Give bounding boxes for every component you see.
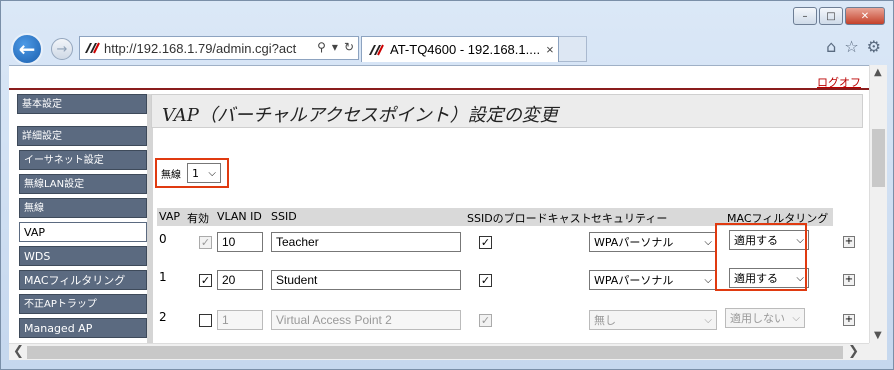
vlan-id-input[interactable]: 10 [217, 232, 263, 252]
scroll-left-icon[interactable]: ❮ [13, 344, 24, 359]
maximize-button[interactable]: □ [819, 7, 843, 25]
expand-row-button[interactable]: + [843, 314, 855, 326]
security-select-value: 無し [594, 314, 616, 327]
sidebar-item-mac-filtering[interactable]: MACフィルタリング [19, 270, 147, 290]
page-viewport: ログオフ 基本設定 詳細設定 イーサネット設定 無線LAN設定 無線 VAP W… [9, 65, 869, 343]
window-controls: – □ ✕ [793, 7, 885, 25]
enabled-checkbox[interactable] [199, 314, 212, 327]
address-tools: ⚲ ▾ ↻ [317, 40, 354, 54]
dropdown-icon[interactable]: ▾ [332, 40, 338, 54]
enabled-checkbox[interactable]: ✓ [199, 274, 212, 287]
mac-filter-highlight [715, 223, 807, 291]
site-logo-icon [368, 43, 384, 57]
forward-arrow-icon[interactable]: → [51, 38, 73, 60]
security-select[interactable]: WPAパーソナル ⌵ [589, 270, 717, 290]
browser-tab[interactable]: AT-TQ4600 - 192.168.1.... × [361, 36, 559, 62]
mac-filter-select[interactable]: 適用しない ⌵ [725, 308, 805, 328]
close-button[interactable]: ✕ [845, 7, 885, 25]
sidebar: 基本設定 詳細設定 イーサネット設定 無線LAN設定 無線 VAP WDS MA… [17, 94, 147, 342]
scroll-up-icon[interactable]: ▲ [874, 67, 882, 78]
search-icon[interactable]: ⚲ [317, 40, 326, 54]
col-security: セキュリティー [591, 212, 668, 225]
address-bar[interactable]: http://192.168.1.79/admin.cgi?act ⚲ ▾ ↻ [79, 36, 359, 60]
page-title-bar: VAP（バーチャルアクセスポイント）設定の変更 [151, 94, 863, 128]
panel-border [147, 94, 153, 343]
vap-number: 0 [159, 232, 167, 246]
settings-gear-icon[interactable]: ⚙ [867, 37, 881, 56]
col-broadcast: SSIDのブロードキャスト [467, 212, 592, 225]
sidebar-item-wds[interactable]: WDS [19, 246, 147, 266]
vertical-scroll-thumb[interactable] [872, 129, 885, 187]
chevron-down-icon: ⌵ [704, 274, 712, 286]
table-row: 2 1 Virtual Access Point 2 ✓ 無し ⌵ 適用しない … [157, 308, 867, 336]
radio-label: 無線 [161, 169, 181, 181]
minimize-button[interactable]: – [793, 7, 817, 25]
col-vap: VAP [159, 210, 180, 223]
chevron-down-icon: ⌵ [704, 314, 712, 326]
new-tab-button[interactable] [559, 36, 587, 62]
ssid-input[interactable]: Teacher [271, 232, 461, 252]
horizontal-scrollbar[interactable]: ❮ ❯ [9, 343, 869, 360]
header-divider [9, 88, 869, 90]
sidebar-item-rogue-ap[interactable]: 不正APトラップ [19, 294, 147, 314]
scrollbar-corner [869, 343, 887, 360]
broadcast-checkbox[interactable]: ✓ [479, 274, 492, 287]
broadcast-checkbox[interactable]: ✓ [479, 236, 492, 249]
home-icon[interactable]: ⌂ [826, 37, 836, 56]
mac-filter-select-value: 適用しない [730, 312, 785, 325]
col-ssid: SSID [271, 210, 297, 223]
broadcast-checkbox[interactable]: ✓ [479, 314, 492, 327]
enabled-checkbox[interactable]: ✓ [199, 236, 212, 249]
vap-number: 2 [159, 310, 167, 324]
security-select-value: WPAパーソナル [594, 274, 674, 287]
security-select-value: WPAパーソナル [594, 236, 674, 249]
vap-number: 1 [159, 270, 167, 284]
vlan-id-input[interactable]: 1 [217, 310, 263, 330]
tab-title: AT-TQ4600 - 192.168.1.... [390, 42, 541, 57]
sidebar-item-advanced-settings[interactable]: 詳細設定 [17, 126, 147, 146]
sidebar-item-wireless-lan[interactable]: 無線LAN設定 [19, 174, 147, 194]
ssid-input[interactable]: Student [271, 270, 461, 290]
sidebar-item-ethernet[interactable]: イーサネット設定 [19, 150, 147, 170]
sidebar-item-managed-ap[interactable]: Managed AP [19, 318, 147, 338]
browser-window: – □ ✕ ← → http://192.168.1.79/admin.cgi?… [0, 0, 894, 370]
back-arrow-icon[interactable]: ← [11, 33, 43, 65]
scroll-right-icon[interactable]: ❯ [848, 344, 859, 359]
sidebar-item-wireless[interactable]: 無線 [19, 198, 147, 218]
chevron-down-icon: ⌵ [792, 312, 800, 324]
chevron-down-icon: ⌵ [208, 167, 216, 179]
browser-toolbar-icons: ⌂ ☆ ⚙ [826, 37, 881, 56]
sidebar-item-vap[interactable]: VAP [19, 222, 147, 242]
col-enabled: 有効 [187, 212, 209, 225]
tab-close-icon[interactable]: × [546, 42, 554, 57]
scroll-down-icon[interactable]: ▼ [874, 330, 882, 341]
site-logo-icon [84, 41, 100, 55]
chevron-down-icon: ⌵ [704, 236, 712, 248]
radio-select-highlight: 無線 1 ⌵ [155, 158, 229, 188]
vlan-id-input[interactable]: 20 [217, 270, 263, 290]
page-title: VAP（バーチャルアクセスポイント）設定の変更 [162, 105, 558, 126]
expand-row-button[interactable]: + [843, 274, 855, 286]
security-select[interactable]: 無し ⌵ [589, 310, 717, 330]
expand-row-button[interactable]: + [843, 236, 855, 248]
address-url: http://192.168.1.79/admin.cgi?act [104, 40, 297, 56]
security-select[interactable]: WPAパーソナル ⌵ [589, 232, 717, 252]
favorites-star-icon[interactable]: ☆ [844, 37, 858, 56]
radio-select[interactable]: 1 ⌵ [187, 163, 221, 183]
sidebar-item-basic-settings[interactable]: 基本設定 [17, 94, 147, 114]
radio-select-value: 1 [192, 166, 199, 180]
ssid-input[interactable]: Virtual Access Point 2 [271, 310, 461, 330]
horizontal-scroll-thumb[interactable] [27, 346, 843, 359]
vertical-scrollbar[interactable]: ▲ ▼ [869, 65, 887, 343]
col-vlan: VLAN ID [217, 210, 262, 223]
refresh-icon[interactable]: ↻ [344, 40, 354, 54]
